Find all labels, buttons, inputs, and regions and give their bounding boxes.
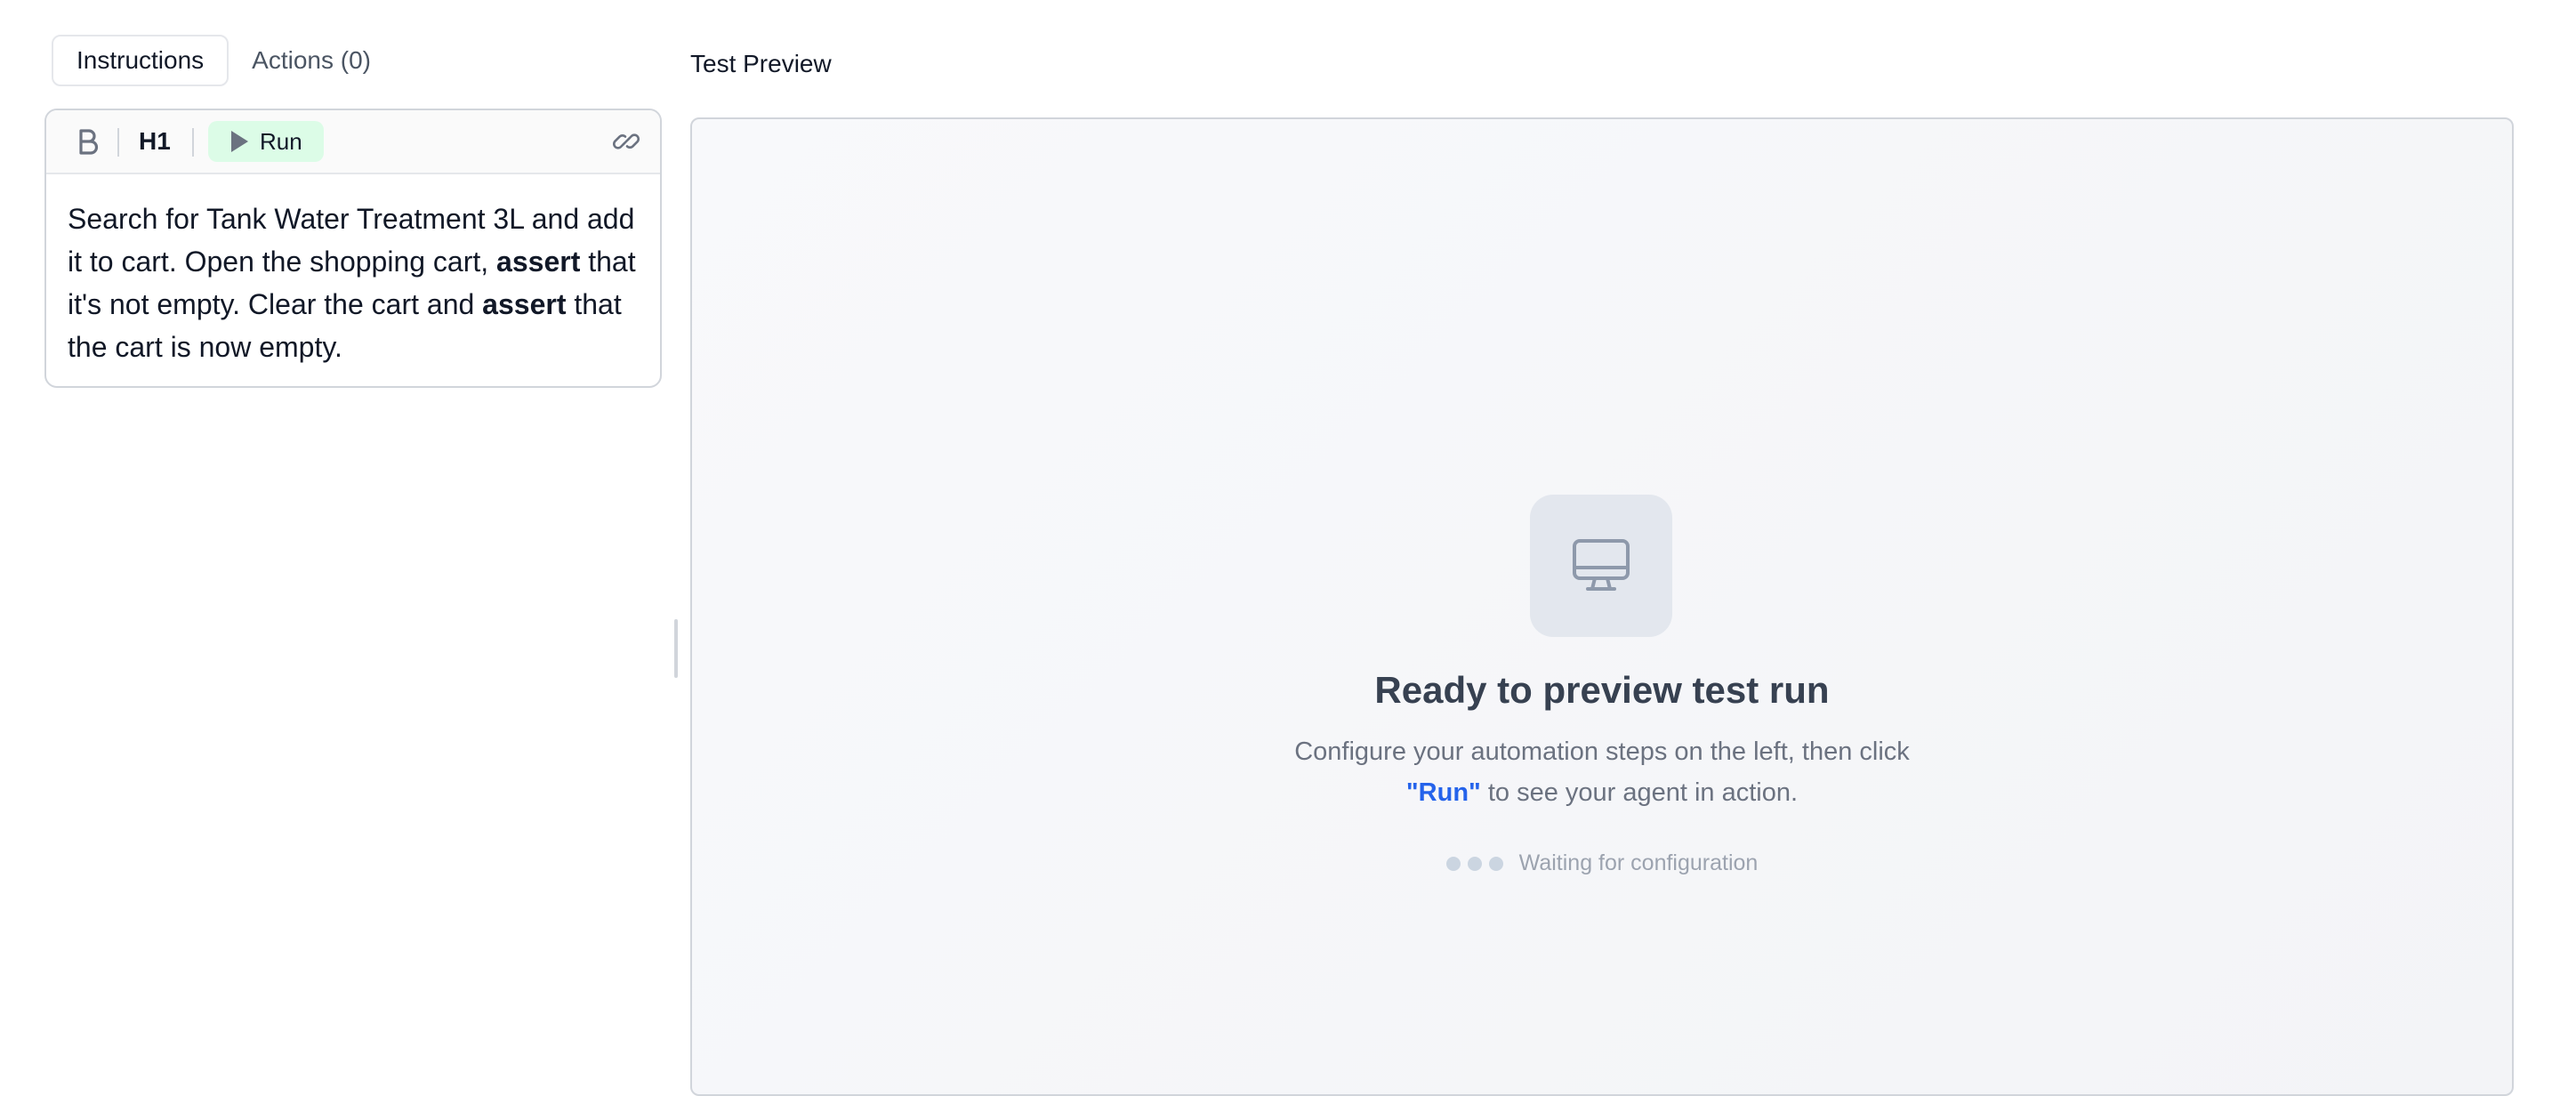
preview-description: Configure your automation steps on the l…: [692, 731, 2512, 813]
bold-icon: [79, 129, 99, 155]
toolbar-divider: [117, 128, 119, 157]
toolbar-divider: [192, 128, 194, 157]
play-icon: [231, 131, 248, 152]
preview-description-line-1: Configure your automation steps on the l…: [1294, 737, 1910, 766]
run-keyword: "Run": [1405, 778, 1481, 807]
tab-bar: Instructions Actions (0): [52, 34, 394, 87]
preview-title: Ready to preview test run: [1374, 669, 1830, 711]
loading-dot: [1445, 856, 1461, 871]
run-button-label: Run: [260, 127, 302, 155]
assert-keyword: assert: [496, 246, 581, 278]
panel-resize-handle[interactable]: [674, 619, 678, 678]
preview-description-rest: to see your agent in action.: [1480, 778, 1799, 807]
tab-actions[interactable]: Actions (0): [229, 35, 394, 86]
loading-dot: [1488, 856, 1503, 871]
waiting-status: Waiting for configuration: [1518, 850, 1759, 875]
instructions-editor: H1 Run Search for Tank Water Treatment 3…: [44, 109, 662, 388]
heading-button[interactable]: H1: [139, 126, 171, 157]
test-preview-panel: Ready to preview test run Configure your…: [690, 117, 2514, 1096]
preview-heading: Test Preview: [690, 50, 832, 77]
loading-dots-icon: [1445, 856, 1503, 871]
waiting-indicator: Waiting for configuration: [692, 850, 2512, 876]
link-button[interactable]: [612, 127, 640, 156]
assert-keyword: assert: [482, 288, 567, 320]
monitor-icon: [1573, 539, 1630, 591]
instructions-text[interactable]: Search for Tank Water Treatment 3L and a…: [46, 174, 660, 368]
run-button[interactable]: Run: [208, 121, 324, 162]
tab-instructions[interactable]: Instructions: [52, 35, 229, 86]
monitor-icon-tile: [1530, 495, 1672, 637]
bold-button[interactable]: [73, 126, 103, 157]
editor-toolbar: H1 Run: [46, 110, 660, 174]
loading-dot: [1467, 856, 1482, 871]
preview-description-line-2: "Run" to see your agent in action.: [692, 772, 2512, 813]
link-icon: [612, 133, 640, 149]
